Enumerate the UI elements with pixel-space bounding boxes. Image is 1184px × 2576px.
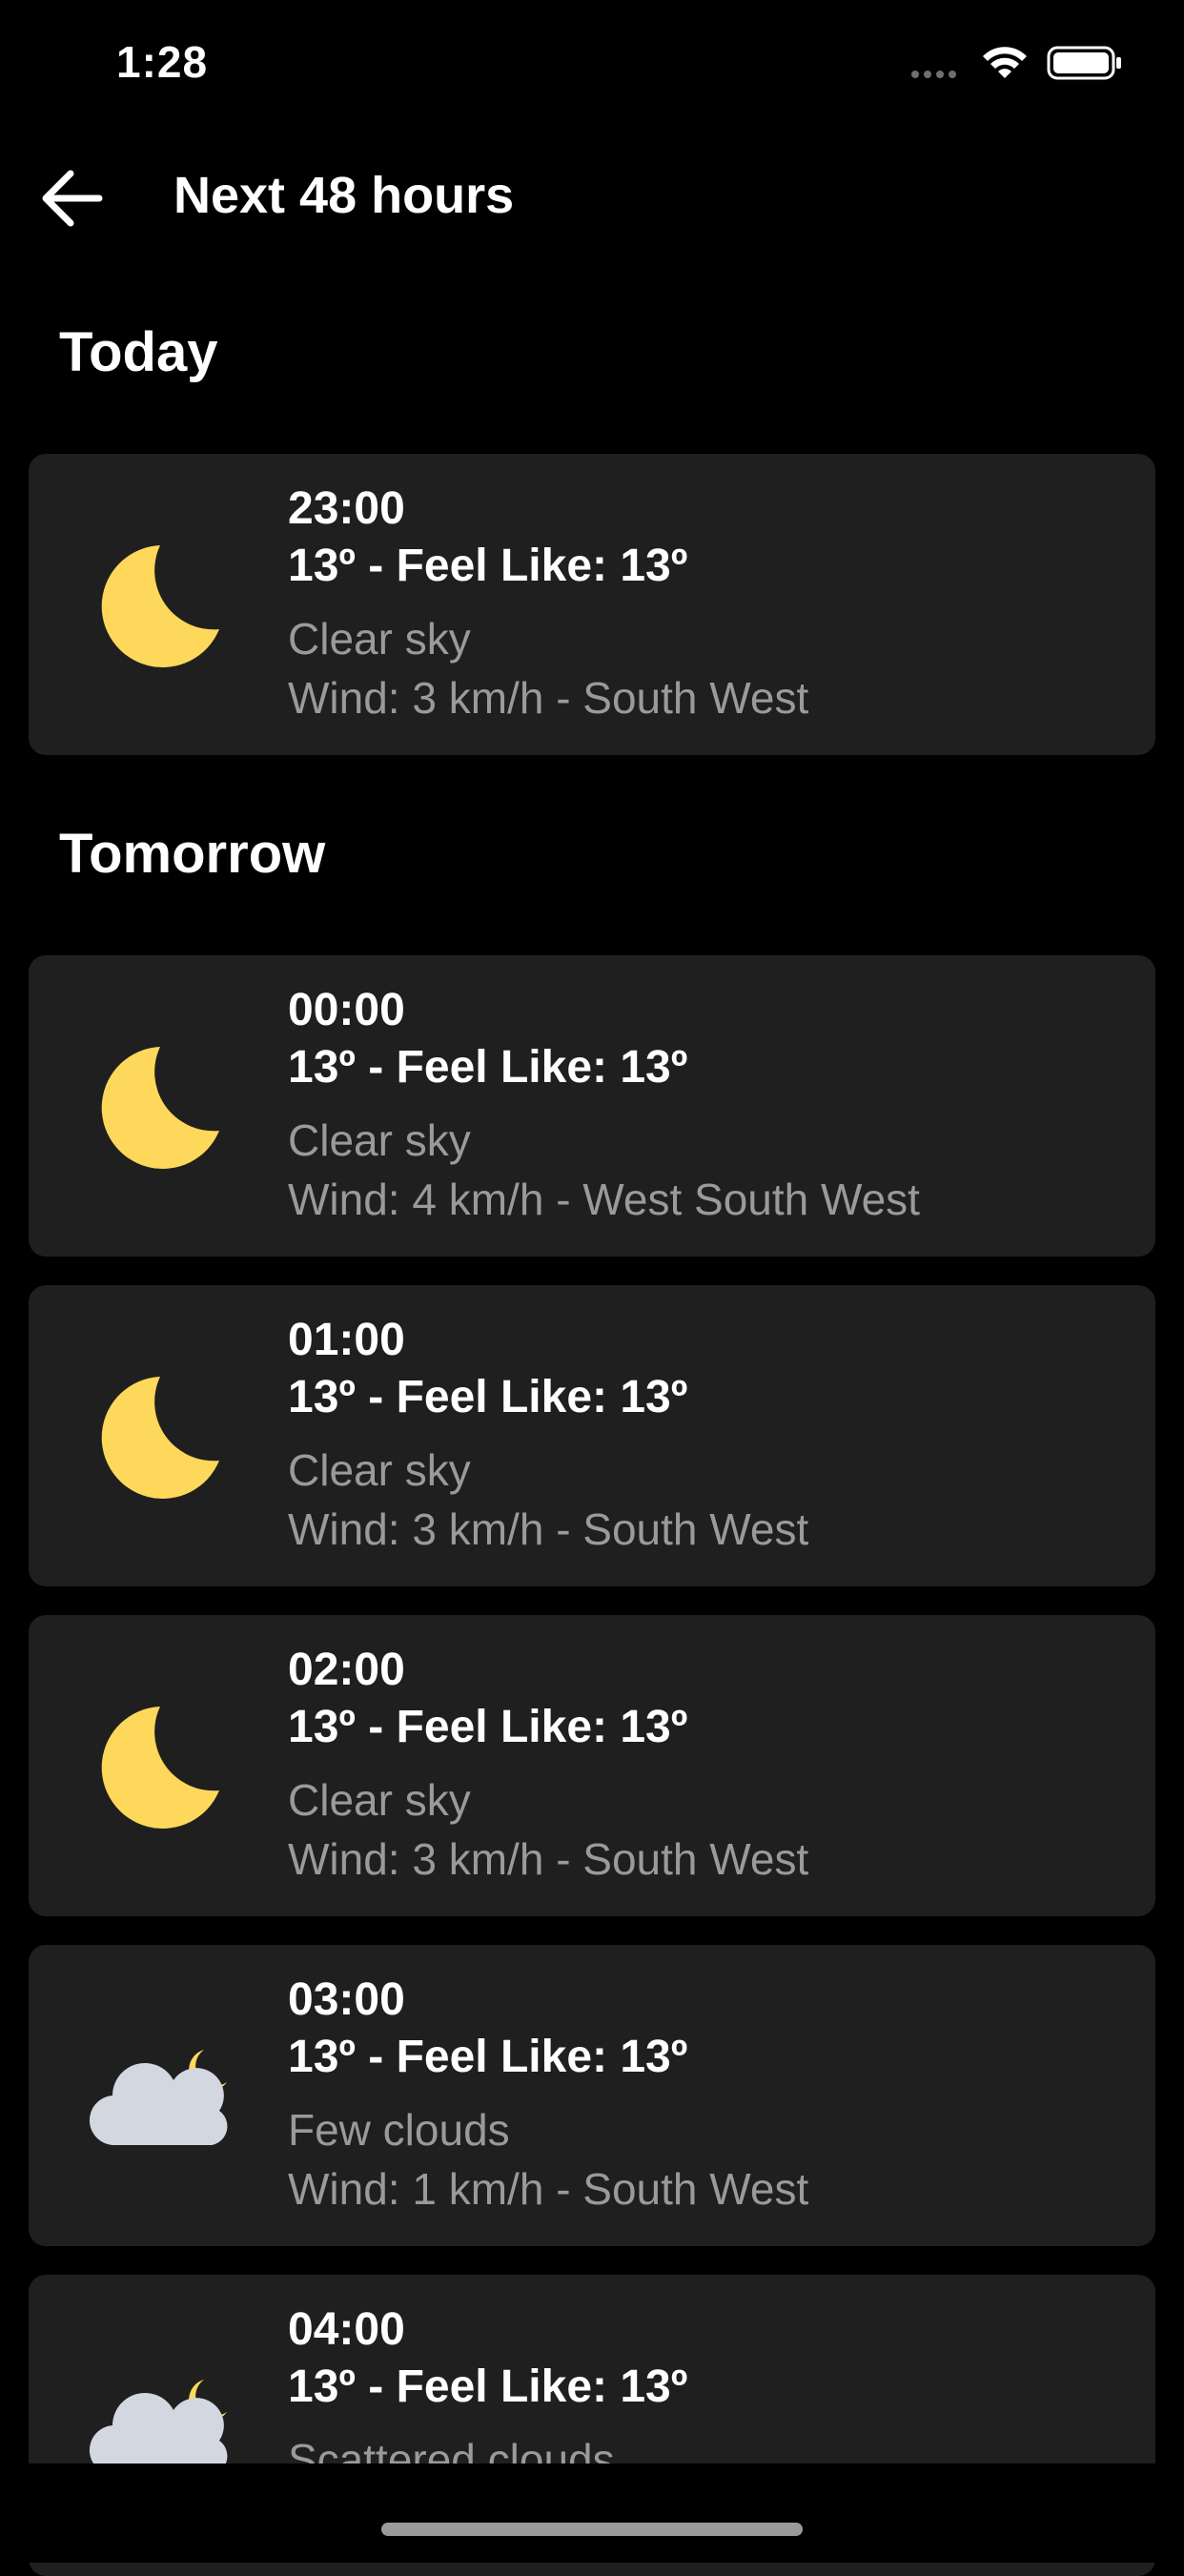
forecast-time: 01:00 <box>288 1315 405 1365</box>
status-bar: 1:28 <box>0 0 1184 126</box>
forecast-time: 00:00 <box>288 985 405 1035</box>
forecast-wind: Wind: 4 km/h - West South West <box>288 1175 920 1224</box>
moon-icon <box>101 1707 219 1829</box>
forecast-temperature: 13º - Feel Like: 13º <box>288 2032 688 2082</box>
forecast-card[interactable]: 23:00 13º - Feel Like: 13º Clear sky Win… <box>29 454 1155 755</box>
arrow-left-icon <box>42 170 103 227</box>
forecast-card[interactable]: 01:00 13º - Feel Like: 13º Clear sky Win… <box>29 1285 1155 1586</box>
forecast-description: Clear sky <box>288 1445 471 1495</box>
forecast-time: 02:00 <box>288 1645 405 1695</box>
page-title: Next 48 hours <box>174 167 515 224</box>
forecast-time: 23:00 <box>288 483 405 534</box>
forecast-description: Clear sky <box>288 1115 471 1165</box>
section-title-tomorrow: Tomorrow <box>59 823 326 885</box>
wifi-icon <box>983 47 1027 78</box>
cloud-moon-icon <box>89 2050 228 2146</box>
moon-icon <box>101 1377 219 1499</box>
moon-icon <box>101 1047 219 1169</box>
forecast-details: 03:00 13º - Feel Like: 13º Few clouds Wi… <box>288 1972 808 2218</box>
section-title-today: Today <box>59 321 218 383</box>
forecast-time: 03:00 <box>288 1974 405 2025</box>
forecast-temperature: 13º - Feel Like: 13º <box>288 1042 688 1093</box>
bottom-safe-area <box>0 2464 1184 2563</box>
forecast-card[interactable]: 00:00 13º - Feel Like: 13º Clear sky Win… <box>29 955 1155 1257</box>
forecast-wind: Wind: 1 km/h - South West <box>288 2164 809 2214</box>
moon-icon <box>101 545 219 667</box>
cellular-signal-icon <box>911 71 956 78</box>
forecast-description: Few clouds <box>288 2105 510 2155</box>
forecast-card[interactable]: 02:00 13º - Feel Like: 13º Clear sky Win… <box>29 1615 1155 1916</box>
home-indicator[interactable] <box>381 2523 803 2536</box>
forecast-temperature: 13º - Feel Like: 13º <box>288 2361 688 2412</box>
forecast-temperature: 13º - Feel Like: 13º <box>288 541 688 591</box>
forecast-wind: Wind: 3 km/h - South West <box>288 1834 809 1884</box>
navigation-bar: Next 48 hours <box>0 143 1184 250</box>
forecast-details: 02:00 13º - Feel Like: 13º Clear sky Win… <box>288 1642 808 1888</box>
forecast-details: 00:00 13º - Feel Like: 13º Clear sky Win… <box>288 982 920 1228</box>
forecast-description: Clear sky <box>288 1775 471 1825</box>
status-time: 1:28 <box>116 37 209 87</box>
forecast-wind: Wind: 3 km/h - South West <box>288 1504 809 1554</box>
back-button[interactable] <box>29 160 114 236</box>
forecast-details: 23:00 13º - Feel Like: 13º Clear sky Win… <box>288 480 808 726</box>
battery-icon <box>1047 46 1121 80</box>
forecast-card[interactable]: 03:00 13º - Feel Like: 13º Few clouds Wi… <box>29 1945 1155 2246</box>
forecast-wind: Wind: 3 km/h - South West <box>288 673 809 723</box>
forecast-description: Clear sky <box>288 614 471 664</box>
forecast-time: 04:00 <box>288 2304 405 2355</box>
forecast-temperature: 13º - Feel Like: 13º <box>288 1372 688 1422</box>
forecast-temperature: 13º - Feel Like: 13º <box>288 1702 688 1752</box>
forecast-details: 01:00 13º - Feel Like: 13º Clear sky Win… <box>288 1312 808 1558</box>
